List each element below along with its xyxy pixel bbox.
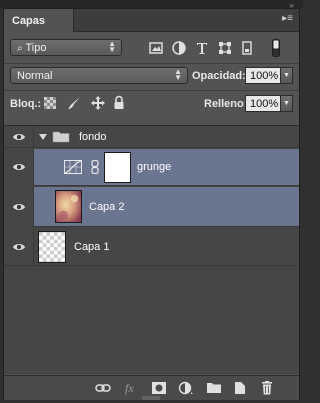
fx-icon[interactable]: fx [123, 381, 139, 395]
lock-image-icon[interactable] [66, 95, 82, 111]
trash-icon[interactable] [259, 381, 275, 395]
group-folder-icon[interactable] [206, 381, 222, 395]
layer-mask-thumbnail[interactable] [104, 152, 131, 183]
lock-transparent-icon[interactable] [44, 97, 56, 109]
layer-name: Capa 1 [74, 241, 110, 253]
eye-icon [13, 244, 25, 250]
layer-thumbnail-transparent[interactable] [38, 231, 66, 263]
layer-row-capa-2[interactable]: Capa 2 [4, 187, 299, 227]
new-layer-icon[interactable] [232, 381, 248, 395]
separator [4, 63, 299, 64]
blend-mode-value: Normal [17, 70, 53, 82]
fill-label: Relleno: [204, 98, 248, 110]
folder-icon [52, 131, 70, 143]
panel-tab-row: Capas ▸≡ [4, 9, 299, 32]
dropdown-arrows-icon: ▲ ▼ [108, 39, 116, 54]
layer-row-grunge[interactable]: grunge [4, 149, 299, 186]
blend-mode-dropdown[interactable]: Normal ▲ ▼ [10, 67, 188, 84]
opacity-slider-button[interactable]: ▼ [281, 67, 293, 84]
shape-filter-icon[interactable] [218, 41, 232, 55]
eye-icon [13, 134, 25, 140]
dropdown-arrows-icon: ▲ ▼ [174, 67, 182, 82]
layers-panel: Capas ▸≡ ⌕ Tipo ▲▼ Normal ▲▼ Opacidad: [3, 8, 300, 400]
opacity-label: Opacidad: [192, 70, 246, 82]
smart-object-filter-icon[interactable] [240, 41, 254, 55]
layer-name: grunge [137, 161, 172, 173]
layer-name: Capa 2 [89, 201, 125, 213]
visibility-toggle[interactable] [4, 228, 34, 266]
resize-grip-icon[interactable] [142, 396, 160, 401]
visibility-toggle[interactable] [4, 149, 34, 186]
adjustment-filter-icon[interactable] [172, 41, 186, 55]
filter-kind-label: Tipo [25, 42, 47, 54]
adjustment-icon[interactable] [178, 381, 194, 395]
eye-icon [13, 204, 25, 210]
fill-slider-button[interactable]: ▼ [281, 95, 293, 112]
svg-text:fx: fx [125, 381, 134, 395]
visibility-toggle[interactable] [4, 187, 34, 227]
fill-input[interactable]: 100% [245, 95, 281, 112]
link-icon[interactable] [95, 381, 111, 395]
lock-position-icon[interactable] [90, 95, 106, 111]
type-filter-icon[interactable] [195, 41, 209, 55]
eye-icon [13, 164, 25, 170]
curves-adjustment-icon [64, 160, 82, 174]
filter-kind-dropdown[interactable]: ⌕ Tipo ▲ ▼ [10, 39, 122, 56]
image-filter-icon[interactable] [149, 41, 163, 55]
expand-triangle-icon[interactable] [38, 133, 48, 141]
separator [4, 90, 299, 91]
search-icon: ⌕ [17, 43, 23, 54]
tab-capas[interactable]: Capas [4, 9, 74, 32]
layer-row-fondo[interactable]: fondo [4, 126, 299, 148]
chain-link-icon[interactable] [91, 160, 99, 174]
mask-icon[interactable] [151, 381, 167, 395]
panel-menu-icon[interactable]: ▸≡ [282, 13, 293, 24]
lock-label: Bloq.: [10, 98, 42, 110]
visibility-toggle[interactable] [4, 126, 34, 148]
opacity-input[interactable]: 100% [245, 67, 281, 84]
layer-row-capa-1[interactable]: Capa 1 [4, 228, 299, 266]
top-strip: » [0, 0, 303, 10]
layer-thumbnail-grunge-texture[interactable] [55, 190, 82, 223]
layers-list: fondo grunge Capa 2 Capa 1 [4, 125, 299, 374]
layer-name: fondo [79, 131, 107, 143]
filter-toggle-icon[interactable] [272, 39, 280, 57]
lock-all-icon[interactable] [112, 95, 126, 111]
